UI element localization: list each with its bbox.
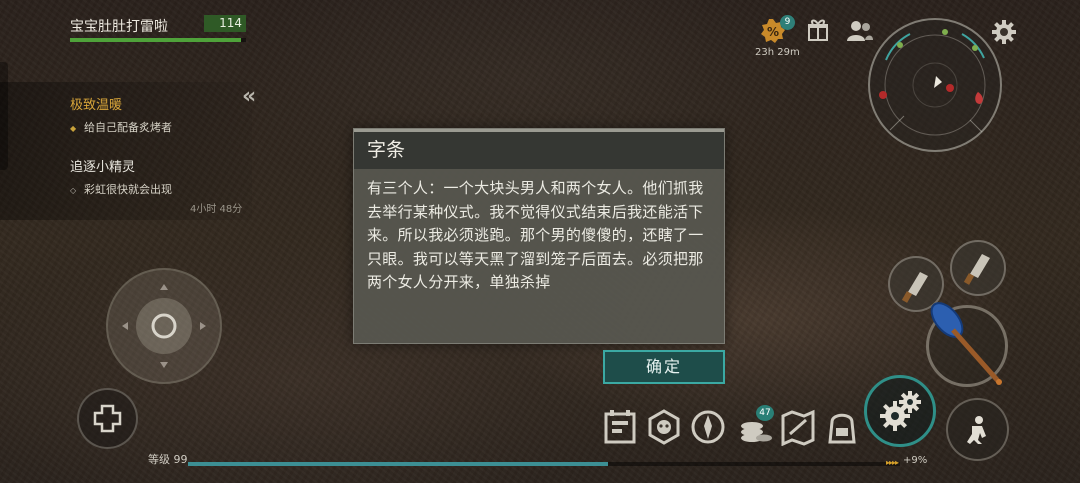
medkit-button[interactable]: [77, 388, 138, 449]
quest-task-sprite: ◇ 彩虹很快就会出现: [70, 181, 172, 197]
level-label: 等级 99: [148, 453, 188, 466]
confirm-button[interactable]: 确定: [603, 350, 725, 384]
xp-arrows-icon: ▸▸▸▸: [886, 458, 899, 467]
coins-badge: 47: [756, 405, 774, 421]
gift-icon[interactable]: [806, 18, 830, 42]
quest-task-label: 彩虹很快就会出现: [84, 183, 172, 196]
joystick-pad: [122, 284, 206, 368]
health-bar-fill: [70, 38, 241, 42]
sneak-button[interactable]: [946, 398, 1009, 461]
quest-timer: 4小时 48分: [190, 204, 243, 215]
quest-task-warmth: ◆ 给自己配备炙烤者: [70, 119, 172, 135]
paddle-weapon-icon: [930, 302, 1002, 385]
health-value: 114: [204, 15, 246, 32]
achievements-icon[interactable]: [690, 408, 726, 446]
cleaver-icon: [963, 254, 990, 285]
clan-icon[interactable]: [646, 408, 682, 446]
weapon-slot-2[interactable]: [950, 240, 1006, 296]
sneak-icon: [967, 416, 986, 444]
xp-bonus: +9%: [903, 455, 928, 466]
craft-button[interactable]: [864, 375, 936, 447]
minimap-contents: [879, 29, 986, 136]
promo-badge: 9: [780, 15, 795, 30]
xp-bar: [188, 462, 900, 466]
map-icon[interactable]: [780, 408, 816, 446]
medkit-plus-icon: [93, 404, 122, 433]
xp-bar-fill: [188, 462, 609, 466]
collapse-quests-icon[interactable]: «: [242, 84, 256, 109]
craft-gears-icon: [880, 391, 921, 431]
health-bar: [70, 38, 246, 42]
quest-bullet-icon: ◆: [70, 124, 77, 133]
note-title: 字条: [354, 129, 724, 169]
quest-bullet-icon: ◇: [70, 186, 77, 195]
note-body: 有三个人：一个大块头男人和两个女人。他们抓我去举行某种仪式。我不觉得仪式结束后我…: [367, 179, 704, 292]
quest-title-sprite[interactable]: 追逐小精灵: [70, 156, 135, 175]
note-dialog: 字条 有三个人：一个大块头男人和两个女人。他们抓我去举行某种仪式。我不觉得仪式结…: [353, 128, 725, 344]
journal-icon[interactable]: [602, 408, 638, 446]
backpack-icon[interactable]: [824, 408, 860, 446]
svg-text:%: %: [767, 25, 779, 39]
quest-task-label: 给自己配备炙烤者: [84, 121, 172, 134]
movement-joystick[interactable]: [106, 268, 222, 384]
minimap[interactable]: [868, 18, 1002, 152]
player-name: 宝宝肚肚打雷啦: [70, 19, 168, 35]
promo-timer: 23h 29m: [755, 47, 800, 58]
quest-title-warmth[interactable]: 极致温暖: [70, 94, 122, 113]
